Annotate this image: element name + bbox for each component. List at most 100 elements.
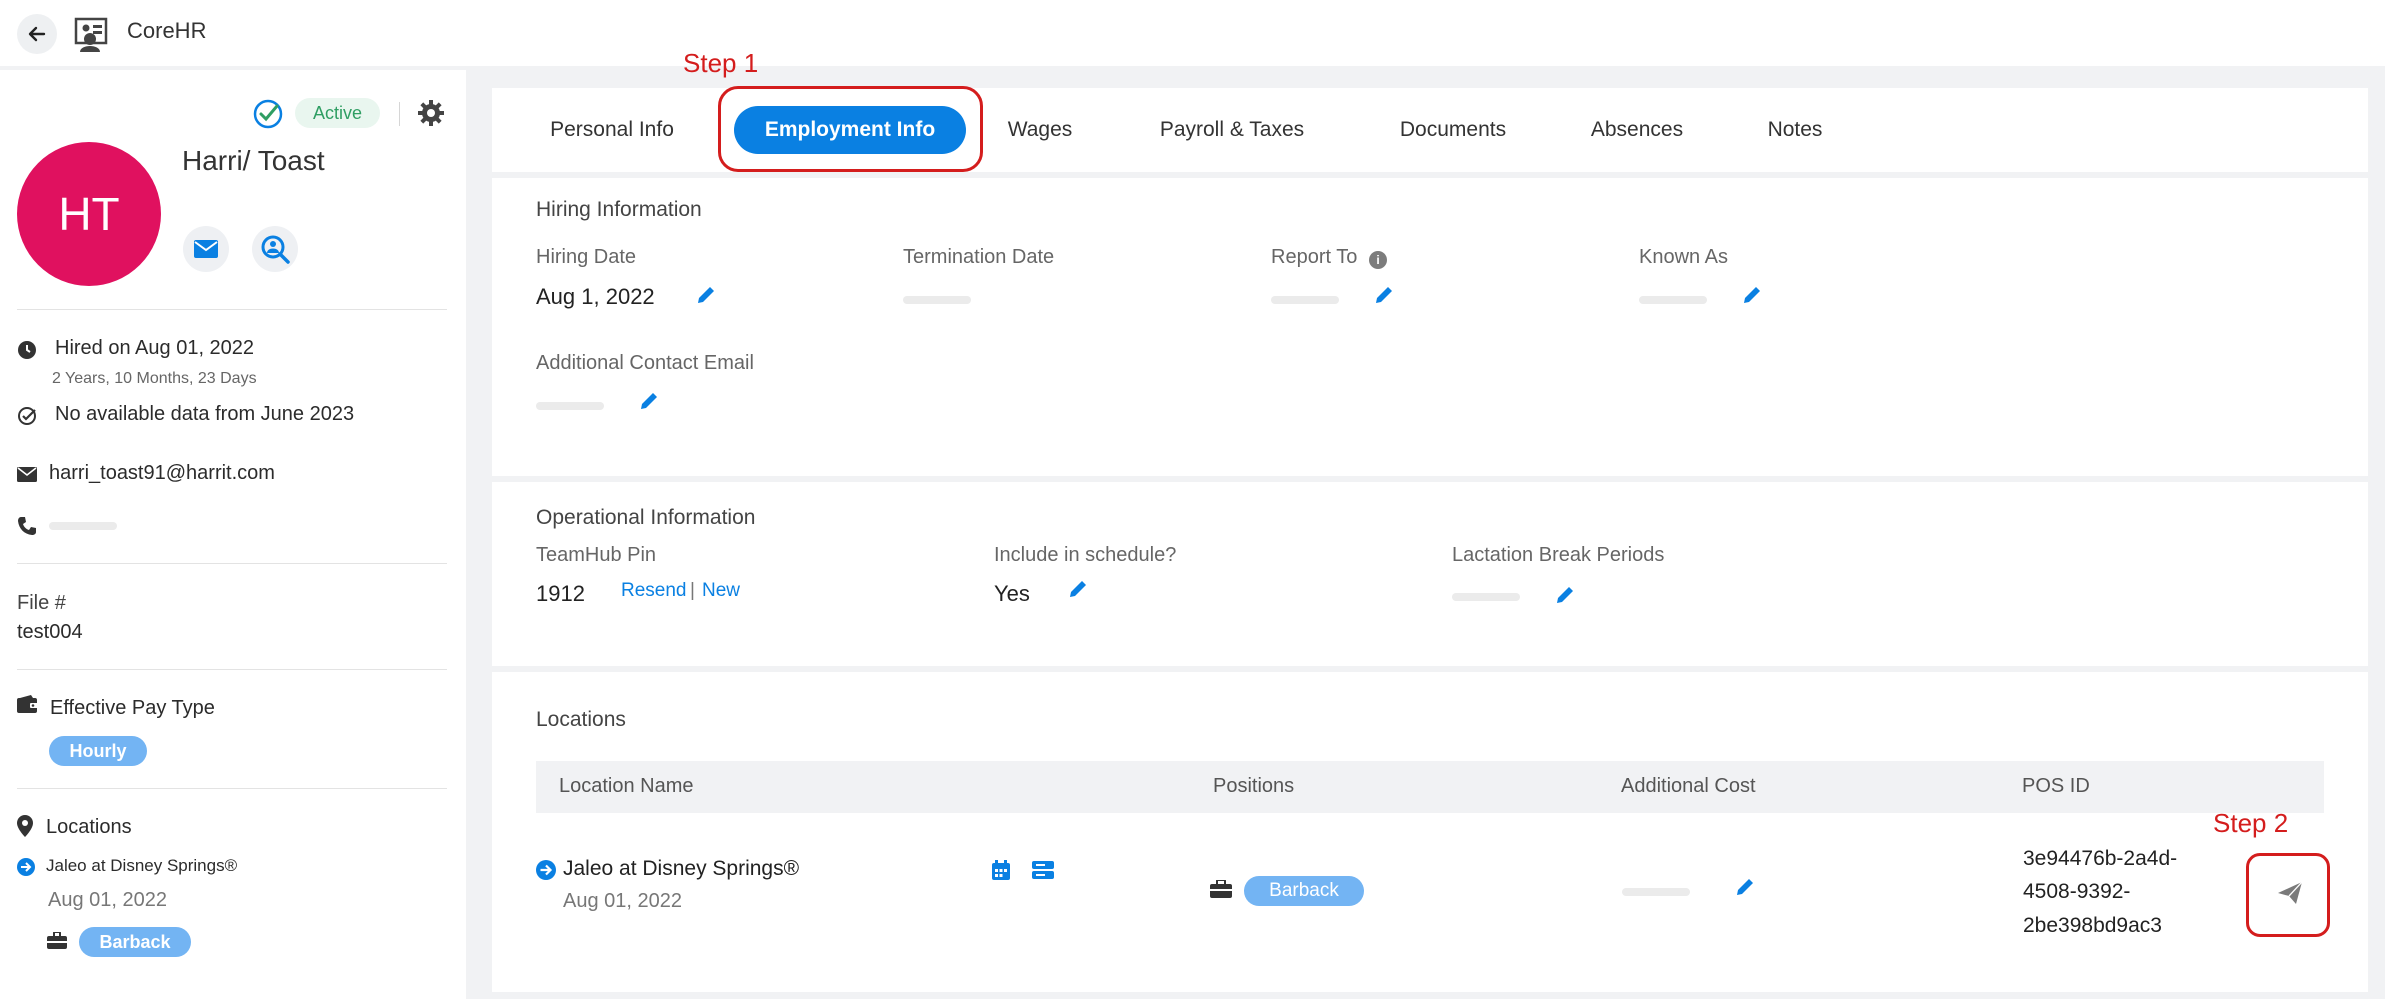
location-date: Aug 01, 2022 [563, 890, 682, 912]
tab-documents[interactable]: Documents [1388, 106, 1518, 154]
tab-personal-info[interactable]: Personal Info [532, 106, 692, 154]
hiring-date-value: Aug 1, 2022 [536, 284, 655, 309]
lactation-break-label: Lactation Break Periods [1452, 544, 1665, 566]
locations-section: Locations Location Name Positions Additi… [492, 672, 2368, 992]
email-button[interactable] [183, 226, 229, 272]
map-marker-icon [17, 815, 33, 837]
hiring-date-label: Hiring Date [536, 246, 637, 268]
pencil-icon[interactable] [1734, 876, 1756, 898]
tab-payroll-taxes[interactable]: Payroll & Taxes [1152, 106, 1312, 154]
tab-wages[interactable]: Wages [1000, 106, 1080, 154]
arrow-left-icon [28, 26, 46, 42]
employee-email: harri_toast91@harrit.com [49, 462, 275, 484]
location-name[interactable]: Jaleo at Disney Springs® [563, 857, 799, 881]
additional-cost-placeholder [1622, 888, 1690, 896]
report-to-placeholder [1271, 296, 1339, 304]
step-1-highlight [718, 86, 983, 172]
no-data-notice: No available data from June 2023 [55, 403, 355, 425]
file-value: test004 [17, 621, 83, 643]
server-icon[interactable] [1032, 861, 1054, 879]
section-title: Operational Information [536, 506, 756, 529]
app-title: CoreHR [127, 18, 207, 43]
lactation-break-placeholder [1452, 593, 1520, 601]
search-person-icon [261, 235, 290, 264]
arrow-right-circle-icon [17, 858, 35, 876]
table-header: Location Name Positions Additional Cost … [536, 761, 2324, 813]
employee-sidebar: Active HT Harri/ Toast Hired on Aug 01, [0, 70, 466, 999]
section-title: Locations [536, 708, 626, 731]
envelope-icon [194, 240, 218, 258]
clock-icon [18, 341, 36, 359]
avatar: HT [17, 142, 161, 286]
wallet-icon [17, 695, 38, 713]
position-badge: Barback [1244, 876, 1364, 906]
tab-notes[interactable]: Notes [1755, 106, 1835, 154]
back-button[interactable] [17, 14, 57, 54]
additional-email-label: Additional Contact Email [536, 352, 754, 374]
termination-date-placeholder [903, 296, 971, 304]
divider [17, 788, 447, 789]
include-schedule-label: Include in schedule? [994, 544, 1177, 566]
arrow-right-circle-icon [536, 860, 556, 880]
sidebar-position-badge: Barback [79, 927, 191, 957]
briefcase-icon [47, 932, 67, 949]
pay-type-label: Effective Pay Type [50, 697, 215, 719]
step-1-annotation: Step 1 [683, 48, 759, 78]
known-as-placeholder [1639, 296, 1707, 304]
hired-date: Hired on Aug 01, 2022 [55, 337, 255, 359]
teamhub-pin-value: 1912 [536, 581, 585, 606]
pencil-icon[interactable] [695, 284, 717, 306]
termination-date-label: Termination Date [903, 246, 1055, 268]
pencil-icon[interactable] [638, 390, 660, 412]
operational-information-section: Operational Information TeamHub Pin 1912… [492, 482, 2368, 666]
info-icon[interactable]: i [1369, 251, 1387, 269]
additional-email-placeholder [536, 402, 604, 410]
resend-link[interactable]: Resend [621, 580, 687, 602]
link-separator: | [690, 580, 695, 601]
employee-name: Harri/ Toast [182, 145, 325, 176]
pencil-icon[interactable] [1373, 284, 1395, 306]
search-person-button[interactable] [252, 226, 298, 272]
pencil-icon[interactable] [1554, 584, 1576, 606]
step-2-highlight [2246, 853, 2330, 937]
include-schedule-value: Yes [994, 581, 1030, 606]
pencil-icon[interactable] [1067, 578, 1089, 600]
column-pos-id: POS ID [2022, 775, 2090, 797]
known-as-label: Known As [1639, 246, 1728, 268]
column-additional-cost: Additional Cost [1621, 775, 1756, 797]
tenure: 2 Years, 10 Months, 23 Days [52, 370, 257, 387]
section-title: Hiring Information [536, 198, 702, 221]
file-label: File # [17, 592, 66, 614]
calendar-icon[interactable] [992, 860, 1010, 880]
column-location-name: Location Name [559, 775, 694, 797]
report-to-label: Report To [1271, 246, 1358, 268]
pos-id-line: 4508-9392- [2023, 880, 2131, 903]
pay-type-badge: Hourly [49, 736, 147, 766]
step-2-annotation: Step 2 [2213, 808, 2289, 838]
briefcase-icon [1210, 880, 1232, 898]
column-positions: Positions [1213, 775, 1295, 797]
status-badge: Active [295, 98, 381, 128]
divider [17, 309, 447, 310]
top-bar: CoreHR [0, 0, 2385, 66]
divider [399, 102, 400, 126]
people-org-icon [74, 17, 108, 52]
hiring-information-section: Hiring Information Hiring Date Aug 1, 20… [492, 178, 2368, 476]
sidebar-location-date: Aug 01, 2022 [48, 889, 167, 911]
phone-placeholder [49, 522, 117, 530]
divider [17, 563, 447, 564]
pos-id-line: 3e94476b-2a4d- [2023, 847, 2178, 870]
check-circle-icon [253, 99, 283, 129]
envelope-icon [17, 467, 37, 482]
sidebar-location-name: Jaleo at Disney Springs® [46, 856, 238, 875]
teamhub-pin-label: TeamHub Pin [536, 544, 657, 566]
divider [17, 669, 447, 670]
check-circle-outline-icon [18, 407, 36, 425]
tab-absences[interactable]: Absences [1582, 106, 1692, 154]
phone-icon [18, 517, 36, 535]
new-pin-link[interactable]: New [702, 580, 740, 602]
locations-label: Locations [46, 816, 132, 838]
pos-id-line: 2be398bd9ac3 [2023, 914, 2162, 937]
pencil-icon[interactable] [1741, 284, 1763, 306]
gear-icon[interactable] [416, 98, 446, 128]
